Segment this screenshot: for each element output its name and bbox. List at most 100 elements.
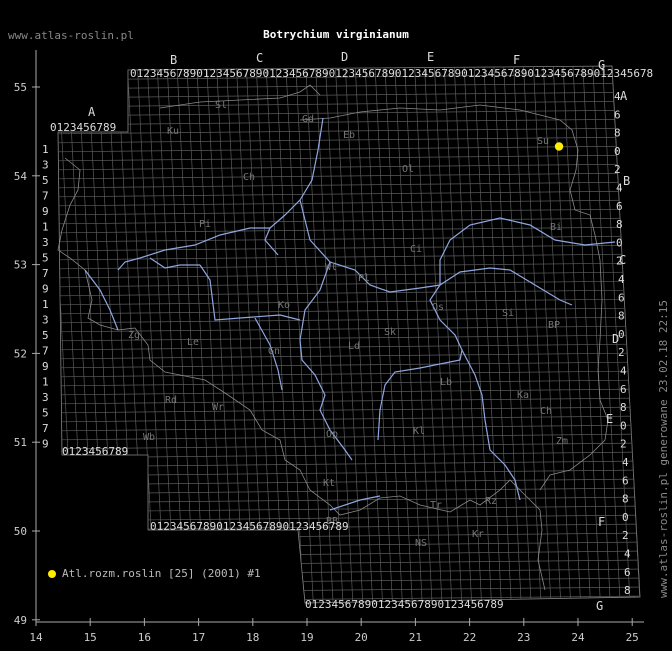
region-label: Op — [326, 429, 338, 440]
region-label: Wb — [143, 432, 155, 443]
grid-column-letter: B — [170, 53, 177, 67]
left-row-digit: 5 — [42, 407, 49, 420]
region-label: Ko — [278, 300, 290, 311]
right-row-digit: 0 — [614, 145, 621, 158]
grid-row-letter: G — [596, 599, 603, 613]
right-row-digit: 8 — [624, 584, 631, 597]
distribution-map: Sl Ku Gd Eb Ol Su Ch Pi Bi Ci Wl Ko Gn Pl Os Si BP Ld Sk Zg… — [14, 50, 653, 644]
left-row-digit: 3 — [42, 159, 49, 172]
region-label: Kt — [323, 478, 335, 489]
right-row-digit: 6 — [624, 566, 631, 579]
region-label: Os — [432, 302, 444, 313]
grid-row-letter: F — [598, 515, 605, 529]
region-label: Kr — [472, 529, 484, 540]
a-digit-row: 0123456789 — [50, 121, 116, 134]
x-tick-label: 15 — [84, 631, 97, 644]
region-label: Su — [537, 136, 549, 147]
right-row-digit: 2 — [622, 529, 629, 542]
left-row-digit: 7 — [42, 190, 49, 203]
left-row-digit: 1 — [42, 376, 49, 389]
grid-row-letter: A — [620, 89, 628, 103]
grid-column-letter: C — [256, 51, 263, 65]
region-label: Pi — [199, 219, 211, 230]
right-row-digit: 2 — [614, 163, 621, 176]
left-row-digit: 1 — [42, 221, 49, 234]
right-row-digit: 4 — [624, 548, 631, 561]
region-label: Le — [187, 337, 199, 348]
grid-row-letter: D — [612, 332, 619, 346]
region-label: Si — [502, 308, 514, 319]
grid-row-letter: B — [623, 174, 630, 188]
bottom-middle-digit-row: 0123456789 — [62, 445, 128, 458]
right-row-digit: 8 — [622, 493, 629, 506]
grid-row-letter: C — [619, 253, 626, 267]
region-label: Rz — [485, 496, 497, 507]
region-label: Ch — [243, 172, 255, 183]
right-row-digit: 4 — [620, 365, 627, 378]
region-label: Tr — [430, 500, 442, 511]
top-digit-row: 0123456789012345678901234567890123456789… — [130, 67, 653, 80]
right-row-digit: 4 — [616, 182, 623, 195]
x-tick-label: 23 — [517, 631, 530, 644]
right-row-digit: 2 — [620, 438, 627, 451]
left-row-digit: 1 — [42, 143, 49, 156]
grid-column-letter: D — [341, 50, 348, 64]
region-label: Pl — [358, 273, 370, 284]
region-label: Wr — [212, 402, 224, 413]
x-tick-label: 19 — [300, 631, 313, 644]
right-row-digit: 0 — [622, 511, 629, 524]
region-label: Gn — [268, 346, 280, 357]
region-label: Eb — [343, 130, 355, 141]
left-row-digit: 3 — [42, 236, 49, 249]
x-tick-label: 21 — [409, 631, 422, 644]
right-row-digit: 2 — [618, 346, 625, 359]
right-row-digit: 0 — [616, 236, 623, 249]
x-tick-label: 18 — [246, 631, 259, 644]
left-row-digit: 7 — [42, 422, 49, 435]
legend-label: Atl.rozm.roslin [25] (2001) #1 — [62, 567, 261, 580]
x-tick-label: 16 — [138, 631, 151, 644]
left-row-digit: 5 — [42, 252, 49, 265]
region-label: Zg — [128, 330, 140, 341]
y-tick-label: 55 — [14, 81, 27, 94]
x-tick-label: 22 — [463, 631, 476, 644]
left-row-digit: 7 — [42, 267, 49, 280]
grid-column-letter: E — [427, 50, 434, 64]
region-label: Wl — [325, 262, 337, 273]
bottom-right-digit-row: 012345678901234567890123456789 — [305, 598, 504, 611]
right-row-digit: 4 — [622, 456, 629, 469]
right-row-digit: 8 — [616, 218, 623, 231]
region-label: Sk — [384, 327, 396, 338]
region-label: Ch — [540, 406, 552, 417]
x-tick-label: 17 — [192, 631, 205, 644]
right-row-digit: 6 — [620, 383, 627, 396]
generated-stamp: www.atlas-roslin.pl generowane 23.02.18 … — [657, 300, 670, 599]
occurrence-point — [554, 142, 564, 151]
grid-row-letter: E — [606, 412, 613, 426]
region-label: Ku — [167, 126, 179, 137]
legend-marker-icon — [48, 570, 56, 578]
region-label: Ld — [348, 341, 360, 352]
region-label: Zm — [556, 436, 568, 447]
left-row-digit: 1 — [42, 298, 49, 311]
region-label: Ka — [517, 390, 529, 401]
right-row-digit: 4 — [618, 273, 625, 286]
y-tick-label: 50 — [14, 525, 27, 538]
left-row-digit: 5 — [42, 174, 49, 187]
region-label: Gd — [302, 114, 314, 125]
x-tick-label: 14 — [29, 631, 43, 644]
right-row-digit: 6 — [618, 291, 625, 304]
legend: Atl.rozm.roslin [25] (2001) #1 — [48, 567, 261, 580]
y-tick-label: 53 — [14, 259, 27, 272]
right-row-digit: 6 — [614, 108, 621, 121]
left-row-digit: 3 — [42, 391, 49, 404]
y-tick-label: 52 — [14, 347, 27, 360]
right-row-digit: 6 — [622, 474, 629, 487]
y-tick-label: 51 — [14, 436, 27, 449]
right-row-digit: 6 — [616, 200, 623, 213]
left-row-digit: 9 — [42, 283, 49, 296]
region-label: Kl — [413, 426, 425, 437]
grid-column-letter: A — [88, 105, 96, 119]
region-label: Rd — [165, 395, 177, 406]
right-row-digit: 0 — [620, 419, 627, 432]
